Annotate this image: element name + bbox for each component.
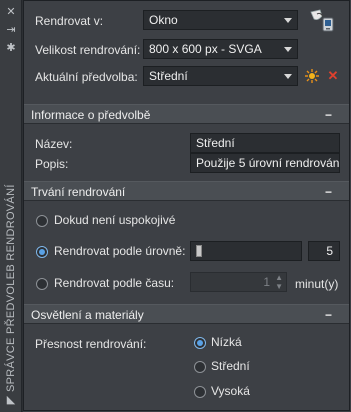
accuracy-low-label: Nízká — [211, 335, 242, 349]
preset-info-section-header[interactable]: Informace o předvolbě − — [23, 104, 350, 124]
create-copy-icon[interactable] — [305, 69, 319, 83]
levels-slider[interactable] — [190, 241, 302, 261]
chevron-down-icon — [284, 18, 292, 23]
time-value: 1 — [263, 275, 270, 289]
lighting-section-header[interactable]: Osvětlení a materiály − — [23, 304, 350, 324]
description-label: Popis: — [35, 157, 69, 171]
size-label: Velikost rendrování: — [35, 43, 141, 57]
radio-render-by-level[interactable] — [36, 246, 48, 258]
render-in-label: Rendrovat v: — [35, 14, 104, 28]
properties-icon[interactable]: ✱ — [5, 42, 17, 54]
description-field[interactable]: Použije 5 úrovní rendrování — [190, 153, 340, 173]
levels-value-field[interactable]: 5 — [308, 241, 340, 261]
render-teapot-icon[interactable] — [308, 7, 336, 35]
name-field[interactable]: Střední — [190, 133, 340, 153]
accuracy-medium-label: Střední — [211, 359, 250, 373]
palette-corner-icon: ◣ — [6, 394, 16, 406]
radio-accuracy-high[interactable] — [194, 386, 206, 398]
levels-slider-thumb[interactable] — [196, 245, 202, 257]
radio-accuracy-low[interactable] — [194, 337, 206, 349]
size-select[interactable]: 800 x 600 px - SVGA — [143, 39, 298, 59]
delete-icon[interactable]: ✕ — [326, 69, 340, 83]
name-label: Název: — [35, 137, 73, 151]
lighting-title: Osvětlení a materiály — [31, 308, 144, 322]
render-by-level-label: Rendrovat podle úrovně: — [54, 244, 186, 258]
collapse-icon[interactable]: − — [325, 308, 332, 322]
render-in-value: Okno — [149, 13, 178, 27]
preset-select[interactable]: Střední — [143, 66, 298, 86]
duration-section-header[interactable]: Trvání rendrování − — [23, 181, 350, 201]
collapse-icon[interactable]: − — [325, 108, 332, 122]
palette-title-bar: ✕ ⇥ ✱ SPRÁVCE PŘEDVOLEB RENDROVÁNÍ ◣ — [0, 0, 22, 412]
duration-title: Trvání rendrování — [31, 185, 126, 199]
close-icon[interactable]: ✕ — [5, 6, 17, 18]
time-unit-label: minut(y) — [295, 277, 339, 291]
radio-accuracy-medium[interactable] — [194, 361, 206, 373]
auto-hide-icon[interactable]: ⇥ — [5, 24, 17, 36]
chevron-down-icon — [284, 47, 292, 52]
preset-value: Střední — [149, 69, 188, 83]
size-value: 800 x 600 px - SVGA — [149, 42, 262, 56]
until-satisfactory-label: Dokud není uspokojivé — [54, 213, 176, 227]
palette-title: SPRÁVCE PŘEDVOLEB RENDROVÁNÍ — [5, 184, 17, 392]
radio-render-by-time[interactable] — [36, 278, 48, 290]
accuracy-label: Přesnost rendrování: — [35, 337, 147, 351]
time-spinner[interactable]: 1 ▲ ▼ — [190, 272, 287, 292]
render-in-select[interactable]: Okno — [143, 10, 298, 30]
chevron-down-icon — [284, 74, 292, 79]
collapse-icon[interactable]: − — [325, 185, 332, 199]
radio-until-satisfactory[interactable] — [36, 215, 48, 227]
accuracy-high-label: Vysoká — [211, 384, 250, 398]
preset-info-title: Informace o předvolbě — [31, 108, 151, 122]
spinner-arrows-icon[interactable]: ▲ ▼ — [275, 273, 283, 291]
preset-label: Aktuální předvolba: — [35, 70, 138, 84]
render-by-time-label: Rendrovat podle času: — [54, 276, 175, 290]
